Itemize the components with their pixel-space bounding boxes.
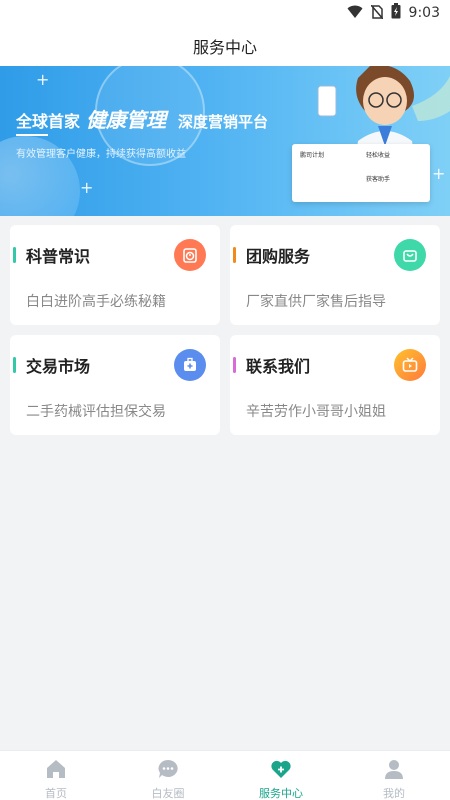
shopping-bag-icon	[394, 239, 426, 271]
banner-divider	[16, 134, 48, 136]
alarm-clock-icon	[174, 239, 206, 271]
card-science-knowledge[interactable]: 科普常识 白白进阶高手必练秘籍	[10, 225, 220, 325]
bottom-tab-bar: 首页 白友圈 服务中心 我的	[0, 750, 450, 800]
banner-plus-decoration: +	[36, 70, 50, 89]
card-trade-market[interactable]: 交易市场 二手药械评估担保交易	[10, 335, 220, 435]
banner-headline: 全球首家 健康管理 深度营销平台	[16, 108, 269, 132]
battery-charging-icon	[391, 3, 401, 23]
heart-plus-icon	[270, 759, 292, 783]
card-title: 联系我们	[246, 357, 311, 376]
tv-play-icon	[394, 349, 426, 381]
tab-label: 首页	[45, 787, 67, 800]
chat-bubble-icon	[157, 759, 179, 783]
card-group-buy[interactable]: 团购服务 厂家直供厂家售后指导	[230, 225, 440, 325]
status-icons: 9:03	[347, 3, 440, 23]
tab-mine[interactable]: 我的	[338, 751, 450, 800]
card-accent-bar	[233, 357, 236, 373]
title-bar: 服务中心	[0, 26, 450, 66]
tab-label: 服务中心	[259, 787, 303, 800]
no-sim-icon	[369, 4, 384, 23]
card-description: 厂家直供厂家售后指导	[246, 294, 386, 310]
wifi-icon	[347, 4, 363, 23]
tab-label: 我的	[383, 787, 405, 800]
tab-home[interactable]: 首页	[0, 751, 112, 800]
tab-service-center[interactable]: 服务中心	[225, 751, 337, 800]
card-accent-bar	[233, 247, 236, 263]
tab-label: 白友圈	[151, 787, 185, 800]
tab-friends-circle[interactable]: 白友圈	[112, 751, 224, 800]
banner-subtitle: 有效管理客户健康，持续获得高额收益	[16, 149, 186, 160]
status-time: 9:03	[408, 5, 440, 21]
card-title: 科普常识	[26, 247, 91, 266]
card-title: 团购服务	[246, 247, 311, 266]
card-accent-bar	[13, 247, 16, 263]
card-description: 二手药械评估担保交易	[26, 404, 166, 420]
feature-mini-card: 鹏司计划 轻松收益 获客助手	[292, 144, 430, 202]
promo-banner[interactable]: + + + 全球首家 健康管理 深度营销平台 有效管理客户健康，持续获得高额收益 鹏…	[0, 66, 450, 216]
medical-kit-icon	[174, 349, 206, 381]
page-title: 服务中心	[192, 38, 257, 57]
status-bar: 9:03	[0, 0, 450, 26]
user-icon	[383, 759, 405, 783]
card-title: 交易市场	[26, 357, 91, 376]
home-icon	[45, 759, 67, 783]
card-description: 辛苦劳作小哥哥小姐姐	[246, 404, 386, 420]
card-contact-us[interactable]: 联系我们 辛苦劳作小哥哥小姐姐	[230, 335, 440, 435]
banner-plus-decoration: +	[80, 178, 94, 197]
card-description: 白白进阶高手必练秘籍	[26, 294, 166, 310]
card-accent-bar	[13, 357, 16, 373]
